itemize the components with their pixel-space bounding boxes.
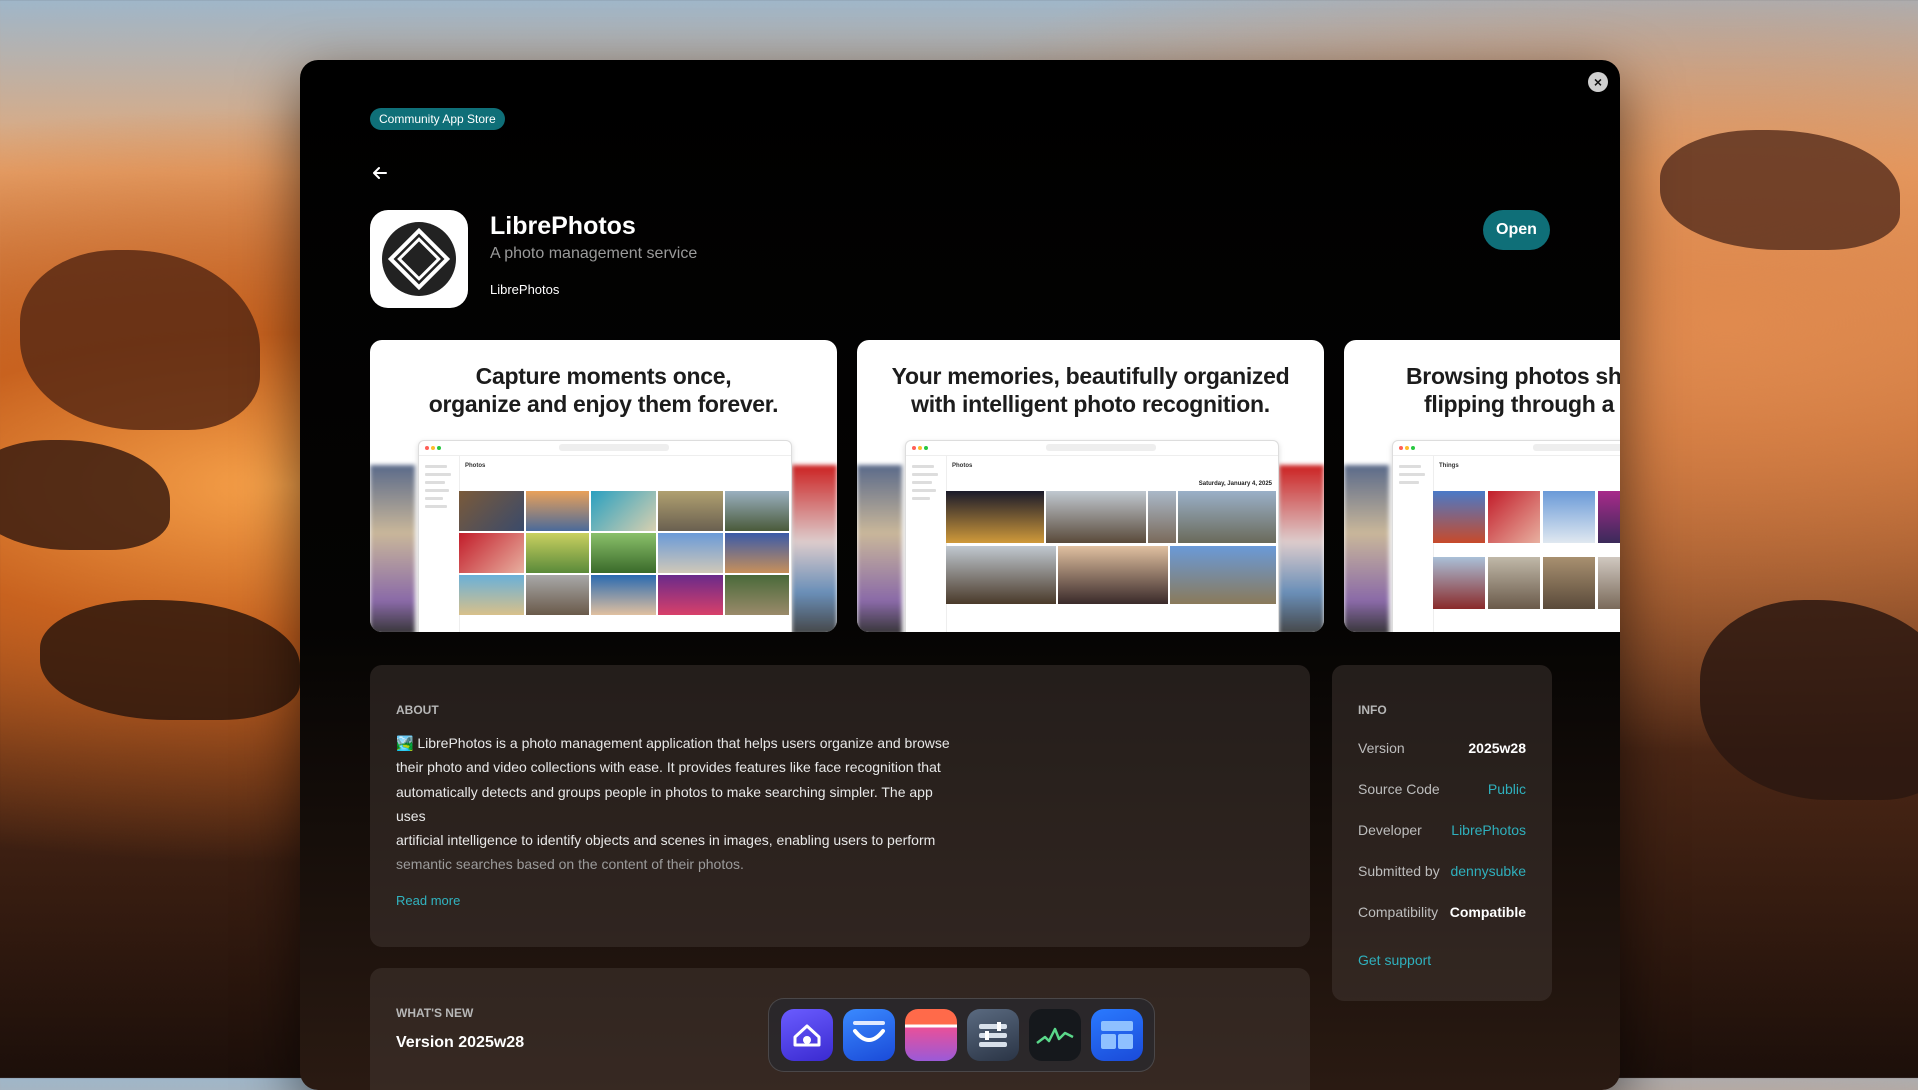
whats-new-heading: WHAT'S NEW bbox=[396, 1006, 474, 1020]
app-store-app-icon[interactable] bbox=[1091, 1009, 1143, 1061]
blurred-photo-strip bbox=[1279, 465, 1324, 632]
mockup-sidebar bbox=[419, 455, 460, 632]
app-icon bbox=[370, 210, 468, 308]
info-row-compatibility: Compatibility Compatible bbox=[1358, 904, 1526, 920]
photo-grid bbox=[459, 491, 791, 632]
screenshot-card[interactable]: Browsing photos sho flipping through a s… bbox=[1344, 340, 1620, 632]
browser-toolbar bbox=[906, 441, 1278, 456]
mockup-sidebar bbox=[1393, 455, 1434, 632]
librephotos-logo-icon bbox=[382, 222, 456, 296]
close-button[interactable]: × bbox=[1588, 72, 1608, 92]
info-row-developer: Developer LibrePhotos bbox=[1358, 822, 1526, 838]
info-row-source-code: Source Code Public bbox=[1358, 781, 1526, 797]
background-rock bbox=[40, 600, 300, 720]
background-rock bbox=[1660, 130, 1900, 250]
landscape-emoji-icon: 🏞️ bbox=[396, 735, 414, 751]
home-app-icon[interactable] bbox=[781, 1009, 833, 1061]
mockup-date-heading: Saturday, January 4, 2025 bbox=[1198, 481, 1272, 487]
browser-toolbar bbox=[1393, 441, 1620, 456]
info-heading: INFO bbox=[1358, 703, 1387, 717]
back-arrow-icon[interactable] bbox=[370, 163, 390, 183]
app-tagline: A photo management service bbox=[490, 245, 698, 262]
screenshot-caption: Your memories, beautifully organized wit… bbox=[891, 363, 1290, 417]
close-icon: × bbox=[1593, 74, 1603, 90]
about-panel: ABOUT 🏞️ LibrePhotos is a photo manageme… bbox=[370, 665, 1310, 947]
app-mockup: Photos bbox=[418, 440, 792, 632]
source-code-link[interactable]: Public bbox=[1488, 781, 1526, 797]
photo-grid bbox=[1433, 491, 1620, 632]
activity-monitor-app-icon[interactable] bbox=[1029, 1009, 1081, 1061]
info-row-submitted-by: Submitted by dennysubke bbox=[1358, 863, 1526, 879]
whats-new-version: Version 2025w28 bbox=[396, 1034, 525, 1051]
app-developer: LibrePhotos bbox=[490, 282, 560, 297]
app-name: LibrePhotos bbox=[490, 212, 636, 240]
calendar-app-icon[interactable] bbox=[905, 1009, 957, 1061]
about-description: 🏞️ LibrePhotos is a photo management app… bbox=[396, 735, 950, 873]
mockup-heading: Photos bbox=[952, 463, 973, 469]
mockup-heading: Things bbox=[1439, 463, 1459, 469]
screenshot-caption: Capture moments once, organize and enjoy… bbox=[428, 363, 779, 417]
app-mockup: Things bbox=[1392, 440, 1620, 632]
background-rock bbox=[0, 440, 170, 550]
background-rock bbox=[1700, 600, 1918, 800]
app-store-window: × Community App Store LibrePhotos A phot… bbox=[300, 60, 1620, 1090]
read-more-link[interactable]: Read more bbox=[396, 893, 460, 908]
app-mockup: Photos Saturday, January 4, 2025 bbox=[905, 440, 1279, 632]
about-heading: ABOUT bbox=[396, 703, 439, 717]
open-button[interactable]: Open bbox=[1483, 210, 1550, 250]
info-panel: INFO Version 2025w28 Source Code Public … bbox=[1332, 665, 1552, 1001]
settings-app-icon[interactable] bbox=[967, 1009, 1019, 1061]
mockup-sidebar bbox=[906, 455, 947, 632]
mockup-heading: Photos bbox=[465, 463, 486, 469]
blurred-photo-strip bbox=[792, 465, 837, 632]
background-rock bbox=[20, 250, 260, 430]
blurred-photo-strip bbox=[857, 465, 902, 632]
get-support-link[interactable]: Get support bbox=[1358, 952, 1431, 968]
store-badge: Community App Store bbox=[370, 108, 505, 130]
info-row-version: Version 2025w28 bbox=[1358, 740, 1526, 756]
mail-app-icon[interactable] bbox=[843, 1009, 895, 1061]
screenshot-card[interactable]: Your memories, beautifully organized wit… bbox=[857, 340, 1324, 632]
photo-grid bbox=[946, 491, 1278, 632]
screenshot-carousel[interactable]: Capture moments once, organize and enjoy… bbox=[370, 340, 1620, 632]
screenshot-card[interactable]: Capture moments once, organize and enjoy… bbox=[370, 340, 837, 632]
screenshot-caption: Browsing photos sho flipping through a s bbox=[1406, 363, 1620, 417]
browser-toolbar bbox=[419, 441, 791, 456]
submitter-link[interactable]: dennysubke bbox=[1450, 863, 1526, 879]
developer-link[interactable]: LibrePhotos bbox=[1451, 822, 1526, 838]
dock bbox=[768, 998, 1155, 1072]
blurred-photo-strip bbox=[1344, 465, 1389, 632]
blurred-photo-strip bbox=[370, 465, 415, 632]
